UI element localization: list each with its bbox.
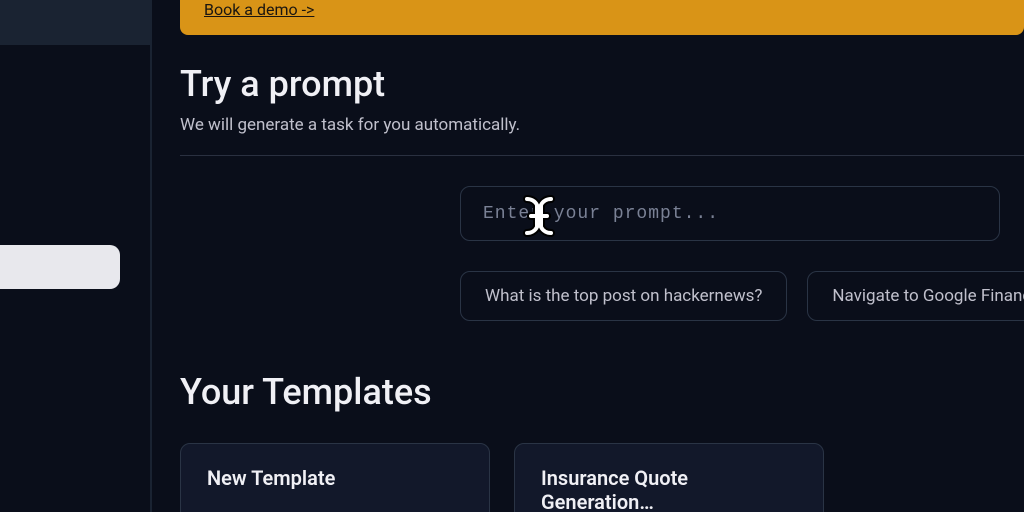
prompt-section: Try a prompt We will generate a task for…	[180, 63, 1024, 321]
templates-section-title: Your Templates	[180, 371, 1024, 413]
suggestion-chip-google-finance[interactable]: Navigate to Google Finance a	[807, 271, 1024, 321]
sidebar-top-block	[0, 0, 150, 45]
template-card-title: Insurance Quote Generation…	[541, 466, 797, 512]
suggestion-chip-hackernews[interactable]: What is the top post on hackernews?	[460, 271, 787, 321]
templates-section: Your Templates New Template Insurance Qu…	[180, 371, 1024, 512]
promo-banner: Book a demo ->	[180, 0, 1024, 35]
prompt-placeholder: Enter your prompt...	[483, 204, 719, 224]
prompt-area: Enter your prompt... What is the top pos…	[460, 186, 1024, 321]
templates-grid: New Template Insurance Quote Generation…	[180, 443, 1024, 512]
book-demo-link[interactable]: Book a demo ->	[204, 0, 314, 19]
sidebar-active-item[interactable]	[0, 245, 120, 289]
prompt-section-title: Try a prompt	[180, 63, 1024, 105]
section-divider	[180, 155, 1024, 156]
main-content: Book a demo -> Try a prompt We will gene…	[152, 0, 1024, 512]
template-card-title: New Template	[207, 466, 463, 490]
prompt-input[interactable]: Enter your prompt...	[460, 186, 1000, 241]
sidebar	[0, 0, 150, 512]
prompt-section-subtitle: We will generate a task for you automati…	[180, 115, 1024, 135]
prompt-suggestions: What is the top post on hackernews? Navi…	[460, 271, 1024, 321]
template-card-new[interactable]: New Template	[180, 443, 490, 512]
template-card-insurance[interactable]: Insurance Quote Generation…	[514, 443, 824, 512]
